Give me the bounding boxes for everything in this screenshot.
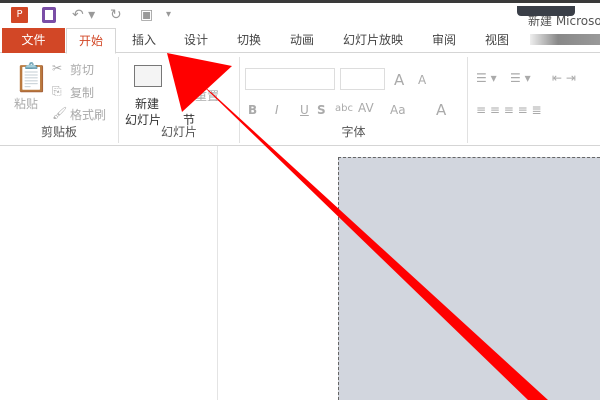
arrow-shaft — [199, 82, 548, 400]
annotation-arrow — [167, 53, 548, 400]
